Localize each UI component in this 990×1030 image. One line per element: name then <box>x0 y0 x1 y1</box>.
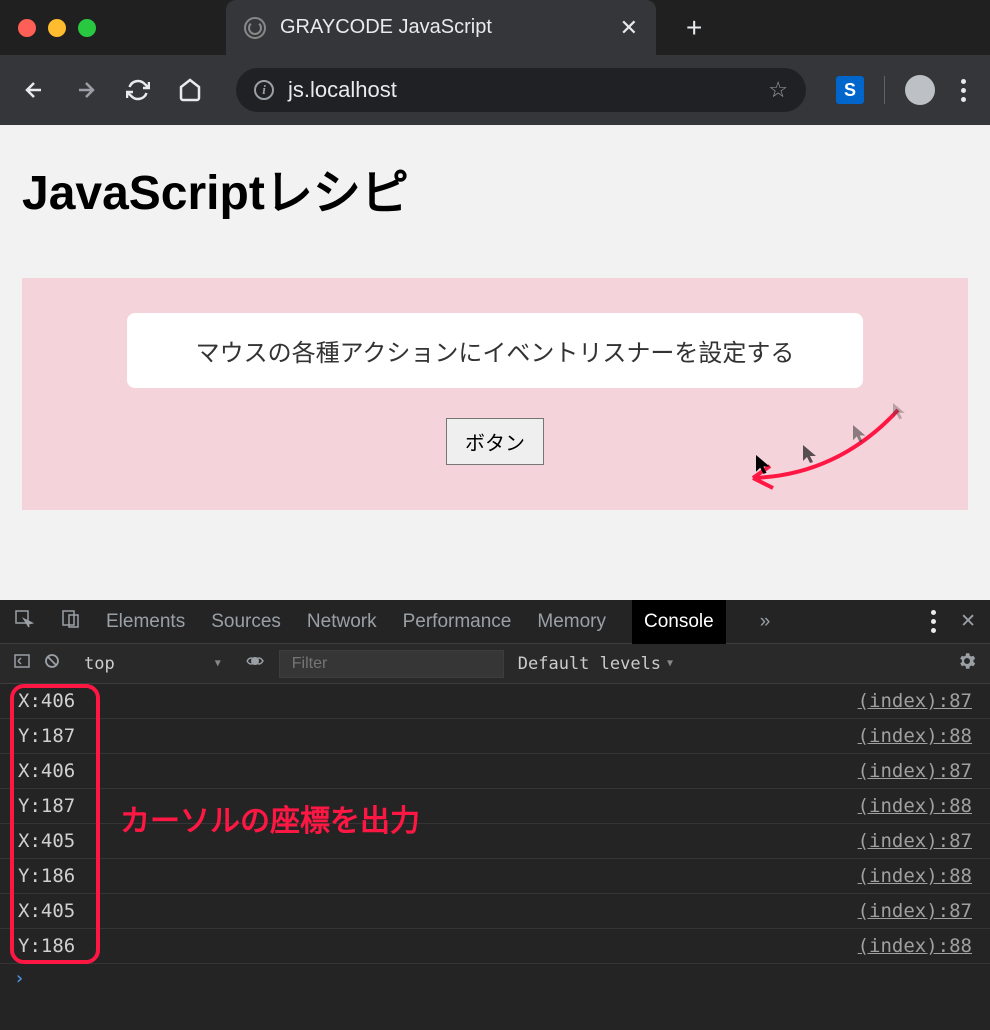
toolbar-divider <box>884 76 885 104</box>
globe-icon <box>244 17 266 39</box>
tab-network[interactable]: Network <box>307 611 377 633</box>
demo-area: マウスの各種アクションにイベントリスナーを設定する ボタン <box>22 278 968 510</box>
more-tabs-icon[interactable]: » <box>760 611 771 633</box>
tab-sources[interactable]: Sources <box>211 611 281 633</box>
console-source-link[interactable]: (index):87 <box>858 900 972 922</box>
tab-elements[interactable]: Elements <box>106 611 185 633</box>
home-button[interactable] <box>174 74 206 106</box>
console-source-link[interactable]: (index):88 <box>858 865 972 887</box>
filter-input[interactable] <box>279 650 504 678</box>
console-prompt[interactable]: › <box>0 964 990 993</box>
browser-tab[interactable]: GRAYCODE JavaScript ✕ <box>226 0 656 55</box>
live-expression-icon[interactable] <box>245 651 265 676</box>
close-tab-icon[interactable]: ✕ <box>620 15 638 41</box>
console-message: Y:187 <box>18 725 75 747</box>
close-window-button[interactable] <box>18 19 36 37</box>
tab-console[interactable]: Console <box>632 600 726 644</box>
console-settings-icon[interactable] <box>958 652 976 675</box>
console-output: X:406 (index):87 Y:187 (index):88 X:406 (inde… <box>0 684 990 993</box>
reload-button[interactable] <box>122 74 154 106</box>
console-row: X:406 (index):87 <box>0 684 990 719</box>
maximize-window-button[interactable] <box>78 19 96 37</box>
tab-memory[interactable]: Memory <box>537 611 606 633</box>
console-row: Y:186 (index):88 <box>0 929 990 964</box>
log-levels-dropdown[interactable]: Default levels <box>518 654 673 674</box>
profile-avatar[interactable] <box>905 75 935 105</box>
clear-console-icon[interactable] <box>44 653 60 674</box>
console-source-link[interactable]: (index):87 <box>858 690 972 712</box>
console-row: Y:186 (index):88 <box>0 859 990 894</box>
new-tab-button[interactable]: + <box>686 12 702 44</box>
console-row: X:406 (index):87 <box>0 754 990 789</box>
window-controls <box>18 19 96 37</box>
context-dropdown[interactable]: top <box>74 650 231 678</box>
console-source-link[interactable]: (index):88 <box>858 795 972 817</box>
console-sidebar-toggle-icon[interactable] <box>14 653 30 674</box>
browser-chrome: GRAYCODE JavaScript ✕ + i js.localhost ☆… <box>0 0 990 125</box>
console-row: Y:187 (index):88 <box>0 719 990 754</box>
page-viewport: JavaScriptレシピ マウスの各種アクションにイベントリスナーを設定する … <box>0 125 990 600</box>
device-toggle-icon[interactable] <box>60 609 80 635</box>
console-source-link[interactable]: (index):87 <box>858 830 972 852</box>
tab-performance[interactable]: Performance <box>403 611 512 633</box>
inspect-icon[interactable] <box>14 609 34 635</box>
browser-menu-button[interactable] <box>955 73 972 108</box>
url-text: js.localhost <box>288 77 754 103</box>
extension-icon[interactable]: S <box>836 76 864 104</box>
console-message: X:405 <box>18 900 75 922</box>
console-message: Y:187 <box>18 795 75 817</box>
console-message: X:406 <box>18 760 75 782</box>
demo-button[interactable]: ボタン <box>446 418 544 465</box>
site-info-icon[interactable]: i <box>254 80 274 100</box>
devtools-panel: Elements Sources Network Performance Mem… <box>0 600 990 1030</box>
address-bar[interactable]: i js.localhost ☆ <box>236 68 806 112</box>
console-source-link[interactable]: (index):87 <box>858 760 972 782</box>
forward-button[interactable] <box>70 74 102 106</box>
console-message: Y:186 <box>18 935 75 957</box>
devtools-tab-strip: Elements Sources Network Performance Mem… <box>0 600 990 644</box>
console-message: Y:186 <box>18 865 75 887</box>
console-row: X:405 (index):87 <box>0 894 990 929</box>
console-toolbar: top Default levels <box>0 644 990 684</box>
page-title: JavaScriptレシピ <box>22 153 968 223</box>
minimize-window-button[interactable] <box>48 19 66 37</box>
console-source-link[interactable]: (index):88 <box>858 935 972 957</box>
browser-toolbar: i js.localhost ☆ S <box>0 55 990 125</box>
bookmark-star-icon[interactable]: ☆ <box>768 77 788 103</box>
console-message: X:406 <box>18 690 75 712</box>
devtools-menu-button[interactable] <box>925 604 942 639</box>
titlebar: GRAYCODE JavaScript ✕ + <box>0 0 990 55</box>
annotation-label: カーソルの座標を出力 <box>120 796 420 840</box>
cursor-trail-annotation <box>698 400 928 500</box>
devtools-close-icon[interactable]: ✕ <box>960 610 976 633</box>
demo-description: マウスの各種アクションにイベントリスナーを設定する <box>127 313 863 388</box>
console-source-link[interactable]: (index):88 <box>858 725 972 747</box>
back-button[interactable] <box>18 74 50 106</box>
tab-title: GRAYCODE JavaScript <box>280 16 606 39</box>
console-message: X:405 <box>18 830 75 852</box>
